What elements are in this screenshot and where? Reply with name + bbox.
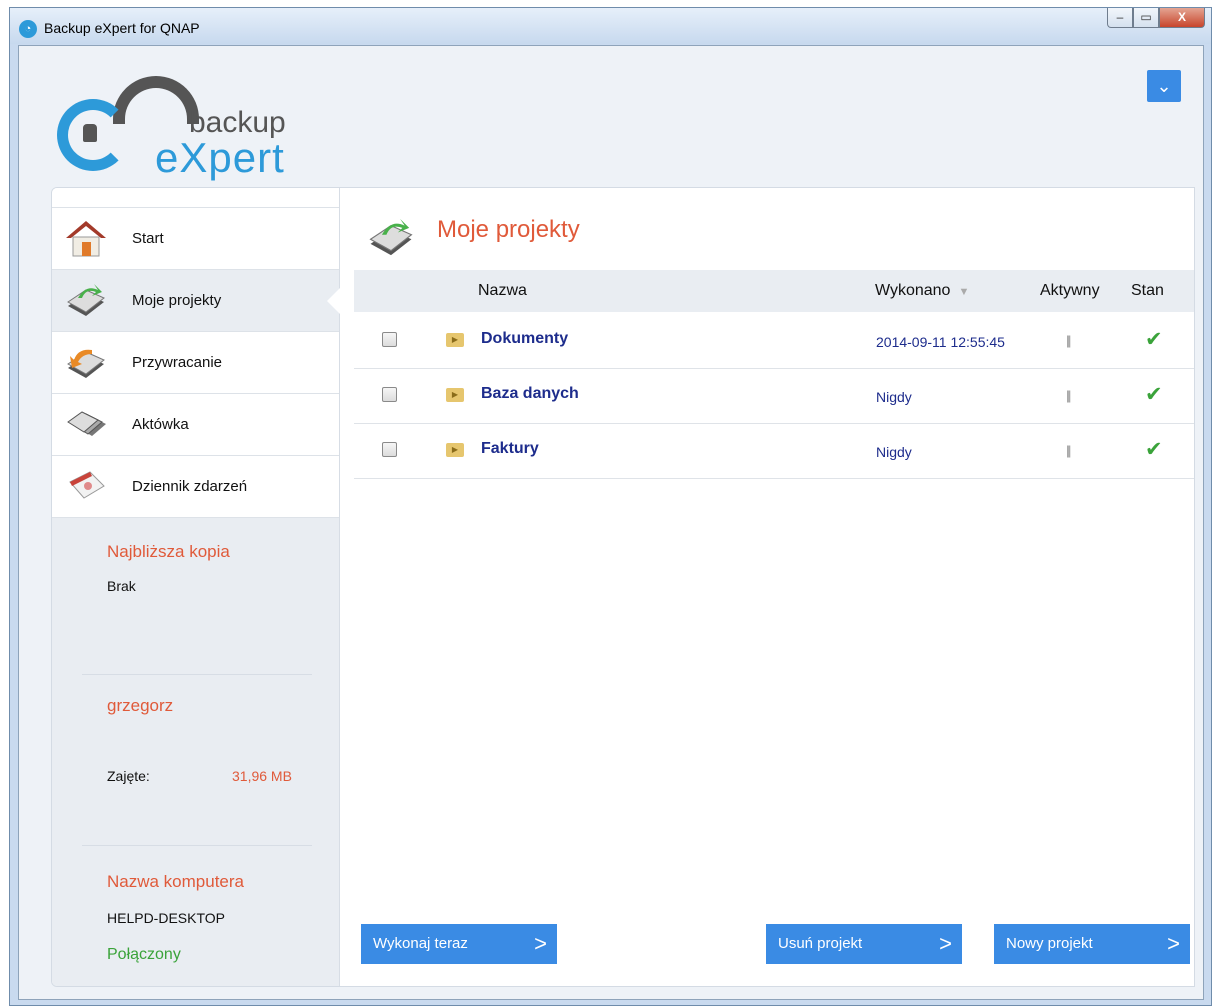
sidebar-item-start[interactable]: Start	[52, 208, 339, 270]
last-executed: Nigdy	[876, 444, 912, 460]
chevron-right-icon: >	[534, 931, 547, 956]
button-label: Nowy projekt	[1006, 935, 1093, 952]
table-row[interactable]: ▶ Baza danych Nigdy || ✔	[354, 368, 1194, 424]
sidebar-item-moje-projekty[interactable]: Moje projekty	[52, 270, 340, 332]
backup-expert-logo: backup eXpert	[51, 66, 321, 181]
divider	[82, 845, 312, 846]
app-window: ◔ Backup eXpert for QNAP ‒ ▭ X backup eX…	[9, 7, 1212, 1006]
next-copy-value: Brak	[107, 578, 136, 594]
main-panel: Start Moje projekty Przywracanie Aktówka…	[51, 187, 1195, 987]
connection-status: Połączony	[107, 946, 181, 963]
button-label: Wykonaj teraz	[373, 935, 468, 952]
sidebar: Start Moje projekty Przywracanie Aktówka…	[52, 188, 340, 986]
sidebar-item-przywracanie[interactable]: Przywracanie	[52, 332, 339, 394]
calendar-icon	[69, 471, 105, 499]
used-space-value: 31,96 MB	[232, 768, 292, 784]
pause-icon[interactable]: ||	[1066, 443, 1071, 458]
sidebar-item-label: Moje projekty	[132, 292, 222, 309]
chevron-down-icon: ⌄	[1156, 76, 1172, 96]
used-space-label: Zajęte:	[107, 768, 150, 784]
pause-icon[interactable]: ||	[1066, 333, 1071, 348]
briefcase-icon	[67, 411, 106, 436]
minimize-button[interactable]: ‒	[1107, 8, 1133, 28]
button-label: Usuń projekt	[778, 935, 863, 952]
app-client-area: backup eXpert ⌄ Start Moje projekty Przy…	[18, 45, 1204, 1000]
menu-dropdown-button[interactable]: ⌄	[1147, 70, 1181, 102]
column-header-name[interactable]: Nazwa	[478, 282, 527, 300]
sort-descending-icon: ▼	[958, 286, 970, 298]
projects-icon	[67, 284, 105, 316]
run-now-button[interactable]: Wykonaj teraz >	[361, 924, 557, 964]
folder-icon: ▶	[446, 388, 464, 402]
column-header-executed-label: Wykonano	[875, 282, 951, 299]
column-header-status[interactable]: Stan	[1131, 282, 1164, 300]
maximize-button[interactable]: ▭	[1133, 8, 1159, 28]
title-bar[interactable]: ◔ Backup eXpert for QNAP ‒ ▭ X	[10, 8, 1211, 44]
home-icon	[66, 221, 106, 257]
table-row[interactable]: ▶ Faktury Nigdy || ✔	[354, 423, 1194, 479]
column-header-executed[interactable]: Wykonano ▼	[875, 282, 969, 300]
next-copy-title: Najbliższa kopia	[107, 542, 230, 561]
restore-icon	[67, 349, 105, 378]
delete-project-button[interactable]: Usuń projekt >	[766, 924, 962, 964]
sidebar-item-label: Dziennik zdarzeń	[132, 478, 248, 495]
app-logo-icon: ◔	[19, 20, 37, 38]
sidebar-item-label: Aktówka	[132, 416, 189, 433]
divider	[82, 674, 312, 675]
computer-name-value: HELPD-DESKTOP	[107, 910, 225, 926]
project-name[interactable]: Baza danych	[481, 385, 579, 403]
folder-icon: ▶	[446, 333, 464, 347]
projects-content: Moje projekty Nazwa Wykonano ▼ Aktywny St…	[340, 188, 1194, 986]
column-header-active[interactable]: Aktywny	[1040, 282, 1100, 300]
checkmark-icon: ✔	[1145, 383, 1163, 406]
folder-icon: ▶	[446, 443, 464, 457]
chevron-right-icon: >	[1167, 931, 1180, 956]
row-checkbox[interactable]	[382, 442, 397, 457]
table-header: Nazwa Wykonano ▼ Aktywny Stan	[354, 270, 1194, 312]
user-name: grzegorz	[107, 696, 174, 715]
sidebar-item-aktowka[interactable]: Aktówka	[52, 394, 339, 456]
computer-name-title: Nazwa komputera	[107, 872, 245, 891]
checkmark-icon: ✔	[1145, 438, 1163, 461]
sidebar-item-dziennik-zdarzen[interactable]: Dziennik zdarzeń	[52, 456, 339, 518]
last-executed: 2014-09-11 12:55:45	[876, 334, 1005, 350]
sidebar-item-label: Start	[132, 230, 164, 247]
sidebar-item-label: Przywracanie	[132, 354, 223, 371]
checkmark-icon: ✔	[1145, 328, 1163, 351]
window-controls: ‒ ▭ X	[1107, 8, 1205, 30]
logo-cloud-shape	[113, 76, 199, 124]
close-button[interactable]: X	[1159, 8, 1205, 28]
project-name[interactable]: Dokumenty	[481, 330, 568, 348]
chevron-right-icon: >	[939, 931, 952, 956]
table-row[interactable]: ▶ Dokumenty 2014-09-11 12:55:45 || ✔	[354, 313, 1194, 369]
logo-text-expert: eXpert	[155, 134, 285, 181]
last-executed: Nigdy	[876, 389, 912, 405]
project-name[interactable]: Faktury	[481, 440, 539, 458]
page-title: Moje projekty	[437, 216, 580, 243]
projects-icon	[369, 218, 413, 256]
pause-icon[interactable]: ||	[1066, 388, 1071, 403]
window-title: Backup eXpert for QNAP	[44, 20, 200, 36]
row-checkbox[interactable]	[382, 387, 397, 402]
new-project-button[interactable]: Nowy projekt >	[994, 924, 1190, 964]
row-checkbox[interactable]	[382, 332, 397, 347]
logo-lock-icon	[83, 124, 97, 142]
